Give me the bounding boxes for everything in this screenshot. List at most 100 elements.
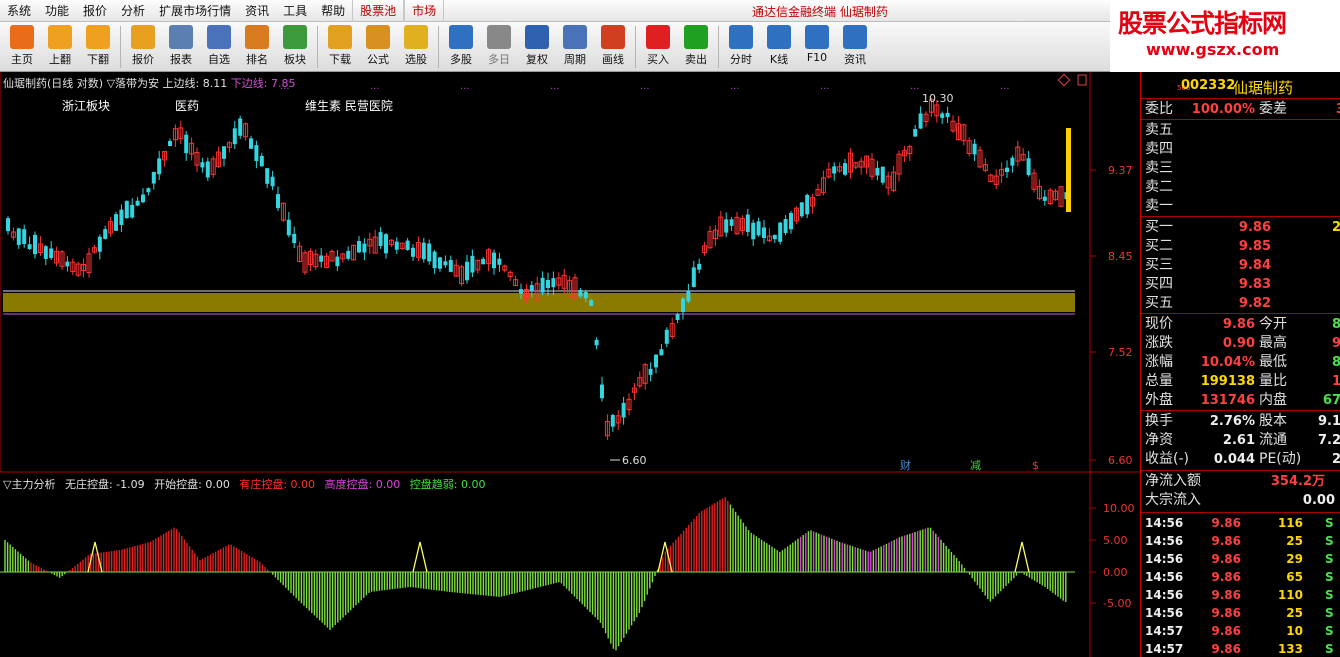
toolbar-button[interactable]: 自选 [200,22,238,70]
tick-row[interactable]: 14:56 9.86 110 S [1145,586,1340,605]
menu-quote[interactable]: 报价 [76,0,114,22]
candle-body [103,229,108,239]
toolbar-button[interactable]: 排名 [238,22,276,70]
stock-name[interactable]: 仙琚制药 [1233,77,1293,98]
indicator-title[interactable]: ▽主力分析 [3,478,55,491]
tab-market[interactable]: 市场 [404,0,445,22]
toolbar-button-label: 复权 [526,53,548,66]
sell-icon [684,25,708,49]
toolbar-button[interactable]: 复权 [518,22,556,70]
menu-extended-market[interactable]: 扩展市场行情 [152,0,238,22]
toolbar-button[interactable]: 卖出 [677,22,715,70]
menu-help[interactable]: 帮助 [314,0,352,22]
toolbar-button[interactable]: 资讯 [836,22,874,70]
chart-title[interactable]: 仙琚制药(日线 对数) ▽落带为安 [3,77,159,90]
menu-system[interactable]: 系统 [0,0,38,22]
tab-stock-pool[interactable]: 股票池 [352,0,405,22]
menu-function[interactable]: 功能 [38,0,76,22]
divider [1141,410,1340,411]
tick-side: S [1325,552,1334,566]
chart-area[interactable]: ··· ··· ··· ··· ··· ··· ··· ··· ··· 10.30 6.60 财减 $ … [0,72,1140,657]
candle-body [772,234,777,240]
event-marker: 财 [900,458,911,472]
control-peak-line [412,541,428,573]
menu-news[interactable]: 资讯 [238,0,276,22]
stock-code[interactable]: 002332 [1181,78,1235,93]
sector-label-pharma[interactable]: 医药 [175,97,199,114]
toolbar-button-label: 主页 [11,53,33,66]
candle-body [384,234,388,254]
dot-marker: ··· [370,84,380,95]
buy-level-row[interactable]: 买五 9.82 [1145,294,1340,313]
sell-level-label: 卖一 [1145,198,1173,214]
toolbar-button-label: 公式 [367,53,389,66]
tick-row[interactable]: 14:56 9.86 25 S [1145,532,1340,551]
tick-row[interactable]: 14:56 9.86 25 S [1145,604,1340,623]
sector-label-vitamin[interactable]: 维生素 民营医院 [305,97,393,114]
menu-tools[interactable]: 工具 [276,0,314,22]
toolbar-button-label: 多日 [488,53,510,66]
toolbar-button[interactable]: 下翻 [79,22,117,70]
candle-body [648,368,653,375]
candle-body [238,118,243,136]
divider [1141,98,1340,99]
down-arrow-icon [86,25,110,49]
candle-body [654,354,658,368]
buy-level-row[interactable]: 买四 9.83 [1145,275,1340,294]
buy-level-row[interactable]: 买二 9.85 [1145,237,1340,256]
toolbar-button[interactable]: 下载 [321,22,359,70]
candle-body [492,252,496,269]
tick-row[interactable]: 14:56 9.86 65 S [1145,568,1340,587]
tick-row[interactable]: 14:57 9.86 10 S [1145,622,1340,641]
toolbar-button-label: 报表 [170,53,192,66]
toolbar-button[interactable]: 多日 [480,22,518,70]
menu-analysis[interactable]: 分析 [114,0,152,22]
limit-up-bar [1066,128,1071,212]
tick-price: 9.86 [1211,624,1241,638]
candle-body [546,279,550,288]
toolbar-button-label: 分时 [730,53,752,66]
toolbar-button-label: 卖出 [685,53,707,66]
logo-title: 股票公式指标网 [1118,9,1287,38]
buy-level-price: 9.83 [1238,277,1271,292]
toolbar-button[interactable]: 报表 [162,22,200,70]
sector-label-zhejiang[interactable]: 浙江板块 [62,97,110,114]
candle-body [805,194,810,215]
tick-row[interactable]: 14:57 9.86 133 S [1145,640,1340,657]
toolbar-button[interactable]: 买入 [639,22,677,70]
candle-body [49,248,54,259]
indicator-y-tick: 5.00 [1103,534,1128,547]
toolbar-button[interactable]: 报价 [124,22,162,70]
toolbar-button[interactable]: K线 [760,22,798,70]
buy-level-row[interactable]: 买三 9.84 [1145,256,1340,275]
pen-icon [601,25,625,49]
toolbar-button[interactable]: 分时 [722,22,760,70]
block-flow-value: 0.00 [1302,493,1335,508]
toolbar-button[interactable]: 板块 [276,22,314,70]
candle-body [540,277,545,293]
stat-label: 涨跌 [1145,335,1173,351]
toolbar-button[interactable]: F10 [798,22,836,70]
toolbar-button[interactable]: 选股 [397,22,435,70]
toolbar-button[interactable]: 多股 [442,22,480,70]
tick-volume: 65 [1286,570,1303,584]
fundamental-label: 收益(-) [1145,451,1189,467]
y-axis-tick: 7.52 [1108,346,1133,359]
kline-chart-canvas[interactable]: ··· ··· ··· ··· ··· ··· ··· ··· ···10.306.60 财减 $ [0,72,1140,657]
toolbar-button[interactable]: 上翻 [41,22,79,70]
toolbar-button[interactable]: 周期 [556,22,594,70]
toolbar-button[interactable]: 画线 [594,22,632,70]
netflow-label: 净流入额 [1145,473,1201,489]
toolbar-button[interactable]: 主页 [3,22,41,70]
stats-row: 现价9.86今开8 [1145,315,1340,334]
indicator-item: 高度控盘: 0.00 [324,478,401,491]
toolbar-button[interactable]: 公式 [359,22,397,70]
tick-row[interactable]: 14:56 9.86 29 S [1145,550,1340,569]
buy-level-row[interactable]: 买一 9.862 [1145,218,1340,237]
toolbar-button-label: 自选 [208,53,230,66]
stat-value: 8 [1271,353,1340,372]
indicator-y-tick: 10.00 [1103,502,1135,515]
tick-row[interactable]: 14:56 9.86 116 S [1145,514,1340,533]
fundamental-row: 收益(-)0.044PE(动)2 [1145,450,1340,469]
toolbar-button-label: 买入 [647,53,669,66]
